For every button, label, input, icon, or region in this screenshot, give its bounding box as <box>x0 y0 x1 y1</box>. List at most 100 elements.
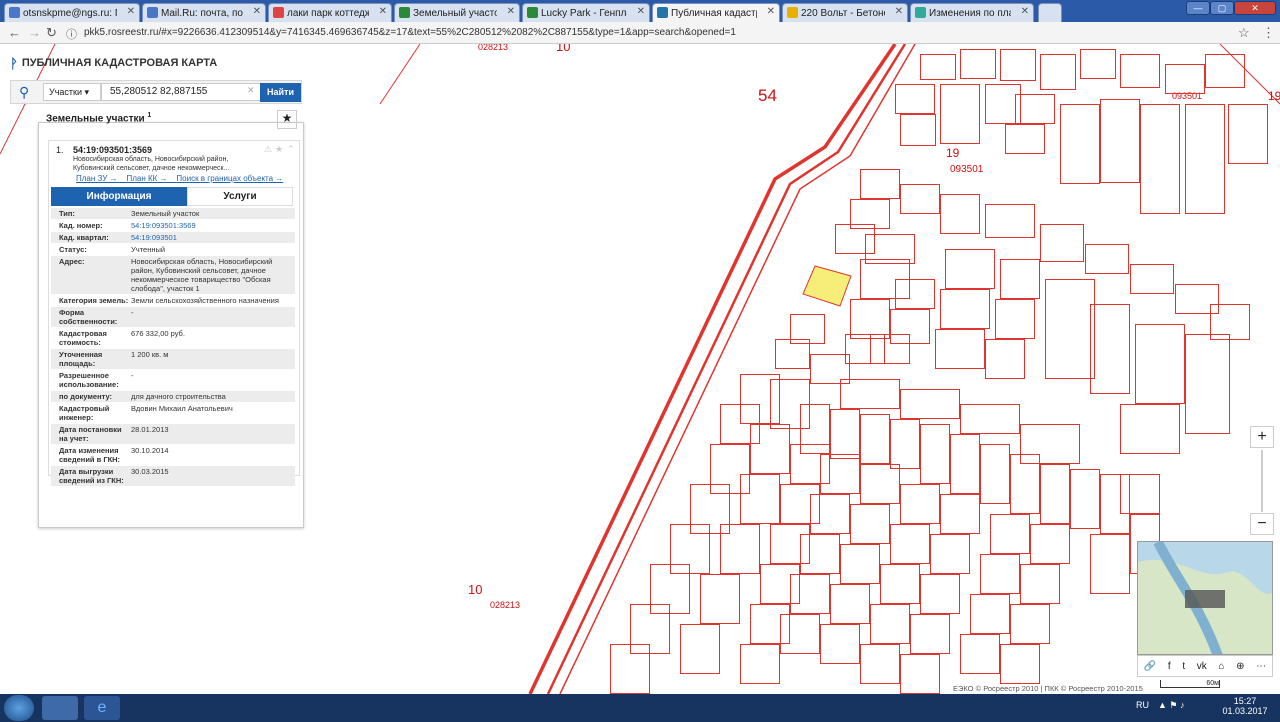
overview-minimap[interactable] <box>1137 541 1273 655</box>
back-icon[interactable]: ← <box>8 25 21 40</box>
parcel[interactable] <box>920 54 956 80</box>
browser-tab[interactable]: Lucky Park - Генплан✕ <box>522 3 650 22</box>
parcel[interactable] <box>820 624 860 664</box>
vk-icon[interactable]: vk <box>1197 661 1207 672</box>
parcel[interactable] <box>1120 404 1180 454</box>
home-icon[interactable]: ⌂ <box>1218 661 1224 672</box>
browser-tab-active[interactable]: Публичная кадастрова✕ <box>652 3 780 22</box>
parcel[interactable] <box>960 49 996 79</box>
parcel[interactable] <box>1040 224 1084 262</box>
parcel[interactable] <box>680 624 720 674</box>
parcel[interactable] <box>1000 49 1036 81</box>
minimize-button[interactable]: — <box>1186 1 1210 15</box>
parcel[interactable] <box>930 534 970 574</box>
parcel[interactable] <box>860 414 890 464</box>
tray-icons[interactable]: ▲ ⚑ ♪ <box>1158 700 1184 711</box>
link-icon[interactable]: 🔗 <box>1144 661 1156 672</box>
parcel[interactable] <box>980 554 1020 594</box>
browser-tab[interactable]: 220 Вольт - Бетономеш✕ <box>782 3 908 22</box>
parcel[interactable] <box>775 339 810 369</box>
parcel[interactable] <box>860 644 900 684</box>
parcel[interactable] <box>860 169 900 199</box>
twitter-icon[interactable]: t <box>1182 661 1185 672</box>
parcel[interactable] <box>1140 104 1180 214</box>
close-icon[interactable]: ✕ <box>895 6 903 17</box>
parcel[interactable] <box>1015 94 1055 124</box>
parcel[interactable] <box>980 444 1010 504</box>
clear-icon[interactable]: ✕ <box>247 85 255 96</box>
star-icon[interactable]: ★ <box>275 144 283 155</box>
close-icon[interactable]: ✕ <box>507 6 515 17</box>
maximize-button[interactable]: ▢ <box>1210 1 1234 15</box>
close-icon[interactable]: ✕ <box>767 6 775 17</box>
parcel[interactable] <box>1185 334 1230 434</box>
parcel[interactable] <box>1010 604 1050 644</box>
language-indicator[interactable]: RU <box>1136 700 1149 710</box>
more-icon[interactable]: ⋯ <box>1256 661 1266 672</box>
zoom-out-button[interactable]: − <box>1250 513 1274 535</box>
parcel[interactable] <box>700 574 740 624</box>
favorite-star-icon[interactable]: ★ <box>277 110 297 129</box>
zoom-slider[interactable] <box>1261 450 1263 512</box>
parcel[interactable] <box>985 204 1035 238</box>
parcel[interactable] <box>860 464 900 504</box>
parcel[interactable] <box>940 84 980 144</box>
window-close-button[interactable]: ✕ <box>1234 1 1276 15</box>
close-icon[interactable]: ✕ <box>379 6 387 17</box>
parcel[interactable] <box>945 249 995 289</box>
parcel[interactable] <box>810 494 850 534</box>
parcel[interactable] <box>750 424 790 474</box>
parcel[interactable] <box>830 409 860 459</box>
parcel[interactable] <box>1100 99 1140 183</box>
parcel[interactable] <box>1205 54 1245 88</box>
parcel[interactable] <box>895 279 935 309</box>
parcel[interactable] <box>1060 104 1100 184</box>
ie-taskbar-icon[interactable]: e <box>84 696 120 720</box>
browser-tab[interactable]: otsnskpme@ngs.ru: Пап✕ <box>4 3 140 22</box>
parcel[interactable] <box>840 544 880 584</box>
parcel[interactable] <box>1040 54 1076 90</box>
close-icon[interactable]: ✕ <box>253 6 261 17</box>
zoom-in-button[interactable]: + <box>1250 426 1274 448</box>
parcel[interactable] <box>840 379 900 409</box>
tab-information[interactable]: Информация <box>51 187 187 206</box>
parcel[interactable] <box>900 484 940 524</box>
parcel[interactable] <box>1000 259 1040 299</box>
chrome-taskbar-icon[interactable] <box>42 696 78 720</box>
parcel[interactable] <box>720 524 760 574</box>
parcel[interactable] <box>1005 124 1045 154</box>
browser-tab[interactable]: лаки парк коттеджный✕ <box>268 3 392 22</box>
parcel[interactable] <box>985 339 1025 379</box>
bookmark-star-icon[interactable]: ☆ <box>1238 25 1250 41</box>
parcel[interactable] <box>1030 524 1070 564</box>
search-input[interactable]: 55,280512 82,887155 <box>101 83 261 101</box>
search-button[interactable]: Найти <box>260 83 301 102</box>
browser-tab[interactable]: Земельный участок куп✕ <box>394 3 520 22</box>
parcel[interactable] <box>970 594 1010 634</box>
parcel[interactable] <box>830 584 870 624</box>
parcel[interactable] <box>740 474 780 524</box>
parcel[interactable] <box>870 334 910 364</box>
parcel[interactable] <box>1085 244 1129 274</box>
parcel[interactable] <box>940 289 990 329</box>
parcel[interactable] <box>820 454 860 494</box>
parcel[interactable] <box>920 574 960 614</box>
close-icon[interactable]: ✕ <box>127 6 135 17</box>
parcel[interactable] <box>1010 454 1040 514</box>
start-button[interactable] <box>4 695 34 721</box>
tab-services[interactable]: Услуги <box>187 187 293 206</box>
parcel[interactable] <box>900 389 960 419</box>
parcel[interactable] <box>890 419 920 469</box>
parcel[interactable] <box>800 534 840 574</box>
parcel[interactable] <box>940 194 980 234</box>
parcel[interactable] <box>950 434 980 494</box>
parcel[interactable] <box>1130 264 1174 294</box>
parcel[interactable] <box>780 614 820 654</box>
menu-icon[interactable]: ⋮ <box>1262 25 1275 41</box>
parcel[interactable] <box>850 504 890 544</box>
parcel[interactable] <box>1165 64 1205 94</box>
parcel[interactable] <box>850 299 890 339</box>
parcel[interactable] <box>1135 324 1185 404</box>
parcel[interactable] <box>1020 564 1060 604</box>
close-icon[interactable]: ✕ <box>1021 6 1029 17</box>
